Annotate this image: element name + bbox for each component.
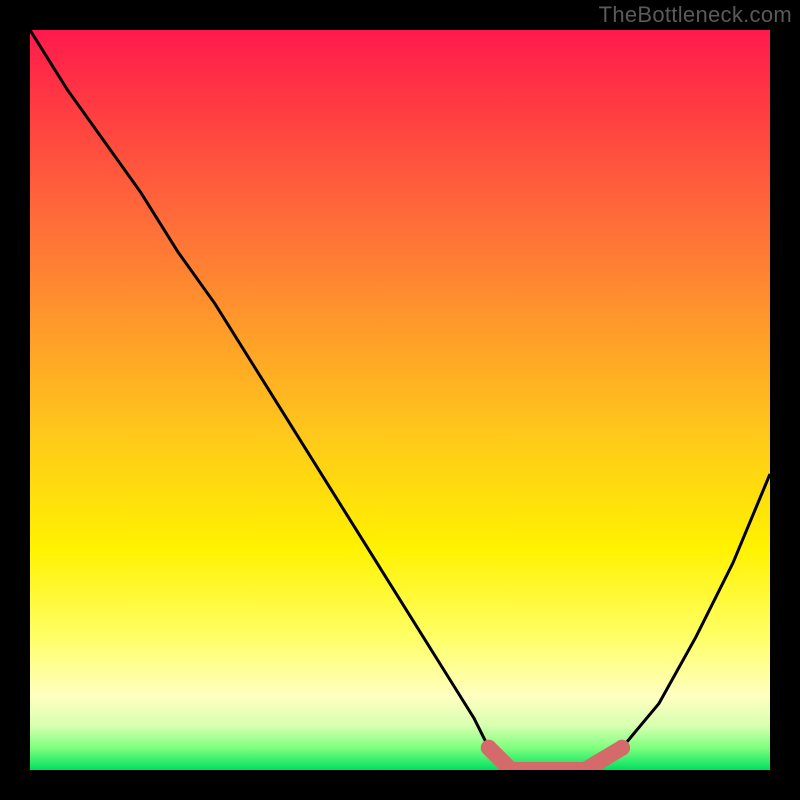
chart-stage: TheBottleneck.com — [0, 0, 800, 800]
watermark-text: TheBottleneck.com — [599, 2, 792, 28]
bottleneck-curve-path — [30, 30, 770, 770]
optimal-range-end-dot — [614, 740, 630, 756]
optimal-range-start-dot — [481, 740, 497, 756]
optimal-range-path — [489, 748, 622, 770]
plot-area — [30, 30, 770, 770]
bottleneck-curve-svg — [30, 30, 770, 770]
